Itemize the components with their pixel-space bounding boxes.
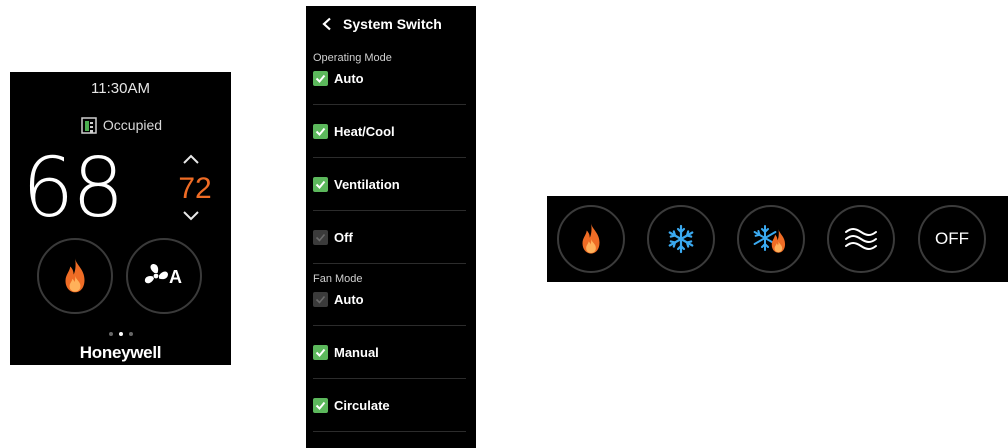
option-label: Circulate (334, 397, 390, 413)
page-indicator (10, 332, 231, 336)
option-label: Manual (334, 344, 379, 360)
divider (313, 157, 466, 158)
operating-mode-option-ventilation[interactable]: Ventilation (313, 174, 466, 194)
snowflake-icon (668, 224, 694, 254)
divider (313, 263, 466, 264)
checkbox-disabled-icon[interactable] (313, 291, 328, 307)
fan-icon: A (144, 264, 182, 287)
page-dot-active (118, 332, 123, 336)
system-mode-button[interactable] (37, 238, 113, 314)
fan-mode-option-manual[interactable]: Manual (313, 342, 466, 362)
checkbox-disabled-icon[interactable] (313, 229, 328, 245)
ventilation-mode-button[interactable] (827, 205, 895, 273)
operating-mode-option-heat-cool[interactable]: Heat/Cool (313, 121, 466, 141)
heat-cool-mode-button[interactable] (737, 205, 805, 273)
ventilation-icon (845, 228, 877, 250)
page-dot (108, 332, 113, 336)
divider (313, 431, 466, 432)
operating-mode-option-auto[interactable]: Auto (313, 68, 466, 88)
brand-logo: Honeywell (79, 343, 162, 362)
option-label: Auto (334, 291, 364, 307)
clock-time: 11:30AM (91, 80, 150, 97)
divider (313, 104, 466, 105)
setpoint-down-icon[interactable] (181, 209, 201, 223)
occupancy-label: Occupied (102, 117, 163, 133)
option-label: Off (334, 229, 353, 245)
fan-mode-letter: A (169, 267, 182, 287)
checkbox-checked-icon[interactable] (313, 176, 328, 192)
cool-mode-button[interactable] (647, 205, 715, 273)
thermostat-home-screen: 11:30AM Occupied 68 72 A Honeywell (10, 72, 231, 365)
option-label: Ventilation (334, 176, 400, 192)
fan-mode-button[interactable]: A (126, 238, 202, 314)
divider (313, 378, 466, 379)
off-mode-button[interactable]: OFF (918, 205, 986, 273)
operating-mode-option-off[interactable]: Off (313, 227, 466, 247)
page-dot (128, 332, 133, 336)
option-label: Heat/Cool (334, 123, 395, 139)
divider (313, 210, 466, 211)
system-switch-menu: System Switch Operating Mode Auto Heat/C… (306, 6, 476, 448)
mode-selection-bar: OFF (547, 196, 1008, 282)
fan-mode-option-circulate[interactable]: Circulate (313, 395, 466, 415)
menu-title: System Switch (343, 16, 442, 32)
checkbox-checked-icon[interactable] (313, 344, 328, 360)
fan-mode-option-auto[interactable]: Auto (313, 289, 466, 309)
operating-mode-heading: Operating Mode (313, 52, 392, 64)
divider (313, 325, 466, 326)
checkbox-checked-icon[interactable] (313, 123, 328, 139)
snowflake-flame-icon (753, 225, 786, 253)
heat-mode-button[interactable] (557, 205, 625, 273)
option-label: Auto (334, 70, 364, 86)
menu-header: System Switch (306, 6, 476, 42)
indoor-temperature: 68 (22, 141, 124, 236)
checkbox-checked-icon[interactable] (313, 70, 328, 86)
back-chevron-icon[interactable] (321, 17, 333, 31)
occupancy-status: Occupied (10, 115, 231, 135)
setpoint-temperature: 72 (178, 172, 212, 205)
checkbox-checked-icon[interactable] (313, 397, 328, 413)
flame-icon (582, 223, 600, 254)
off-label: OFF (935, 229, 969, 248)
building-icon (79, 115, 99, 135)
fan-mode-heading: Fan Mode (313, 273, 363, 285)
flame-icon (65, 258, 85, 293)
setpoint-up-icon[interactable] (181, 152, 201, 166)
